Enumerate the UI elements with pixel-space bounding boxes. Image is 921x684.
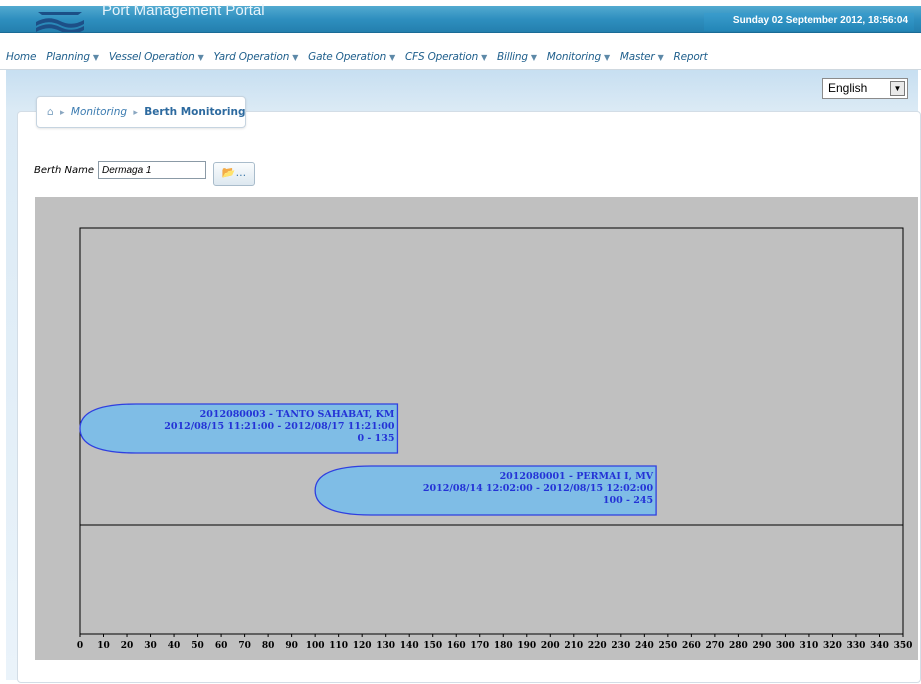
x-tick-label: 200 bbox=[541, 641, 560, 651]
vessel-label: 2012080001 - PERMAI I, MV bbox=[500, 471, 654, 482]
x-tick-label: 340 bbox=[870, 641, 889, 651]
x-tick-label: 220 bbox=[588, 641, 607, 651]
x-tick-label: 30 bbox=[144, 641, 157, 651]
vessel-label: 2012/08/15 11:21:00 - 2012/08/17 11:21:0… bbox=[164, 421, 395, 432]
x-tick-label: 180 bbox=[494, 641, 513, 651]
x-tick-label: 150 bbox=[423, 641, 442, 651]
x-tick-label: 310 bbox=[800, 641, 819, 651]
x-tick-label: 160 bbox=[447, 641, 466, 651]
x-tick-label: 100 bbox=[306, 641, 325, 651]
x-tick-label: 120 bbox=[353, 641, 372, 651]
x-tick-label: 70 bbox=[238, 641, 251, 651]
vessel-label: 2012/08/14 12:02:00 - 2012/08/15 12:02:0… bbox=[423, 483, 654, 494]
x-tick-label: 110 bbox=[329, 641, 348, 651]
vessel-label: 100 - 245 bbox=[603, 495, 653, 506]
x-tick-label: 40 bbox=[168, 641, 181, 651]
x-tick-label: 270 bbox=[705, 641, 724, 651]
x-tick-label: 0 bbox=[77, 641, 83, 651]
x-tick-label: 320 bbox=[823, 641, 842, 651]
x-tick-label: 10 bbox=[97, 641, 110, 651]
x-tick-label: 60 bbox=[215, 641, 228, 651]
x-tick-label: 290 bbox=[753, 641, 772, 651]
x-tick-label: 170 bbox=[470, 641, 489, 651]
x-tick-label: 130 bbox=[376, 641, 395, 651]
x-tick-label: 50 bbox=[191, 641, 204, 651]
x-tick-label: 140 bbox=[400, 641, 419, 651]
x-tick-label: 20 bbox=[121, 641, 134, 651]
x-tick-label: 300 bbox=[776, 641, 795, 651]
x-tick-label: 230 bbox=[611, 641, 630, 651]
x-tick-label: 260 bbox=[682, 641, 701, 651]
x-tick-label: 80 bbox=[262, 641, 275, 651]
x-tick-label: 350 bbox=[894, 641, 913, 651]
vessel-label: 0 - 135 bbox=[357, 433, 394, 444]
x-tick-label: 330 bbox=[847, 641, 866, 651]
x-tick-label: 190 bbox=[517, 641, 536, 651]
x-tick-label: 250 bbox=[658, 641, 677, 651]
berth-chart: 0 10 20 30 40 50 60 70 80 90 100 110 120 130 140 150 160… bbox=[77, 227, 913, 651]
vessel-label: 2012080003 - TANTO SAHABAT, KM bbox=[200, 409, 395, 420]
x-tick-label: 210 bbox=[564, 641, 583, 651]
x-tick-label: 280 bbox=[729, 641, 748, 651]
x-tick-label: 90 bbox=[285, 641, 298, 651]
x-tick-label: 240 bbox=[635, 641, 654, 651]
